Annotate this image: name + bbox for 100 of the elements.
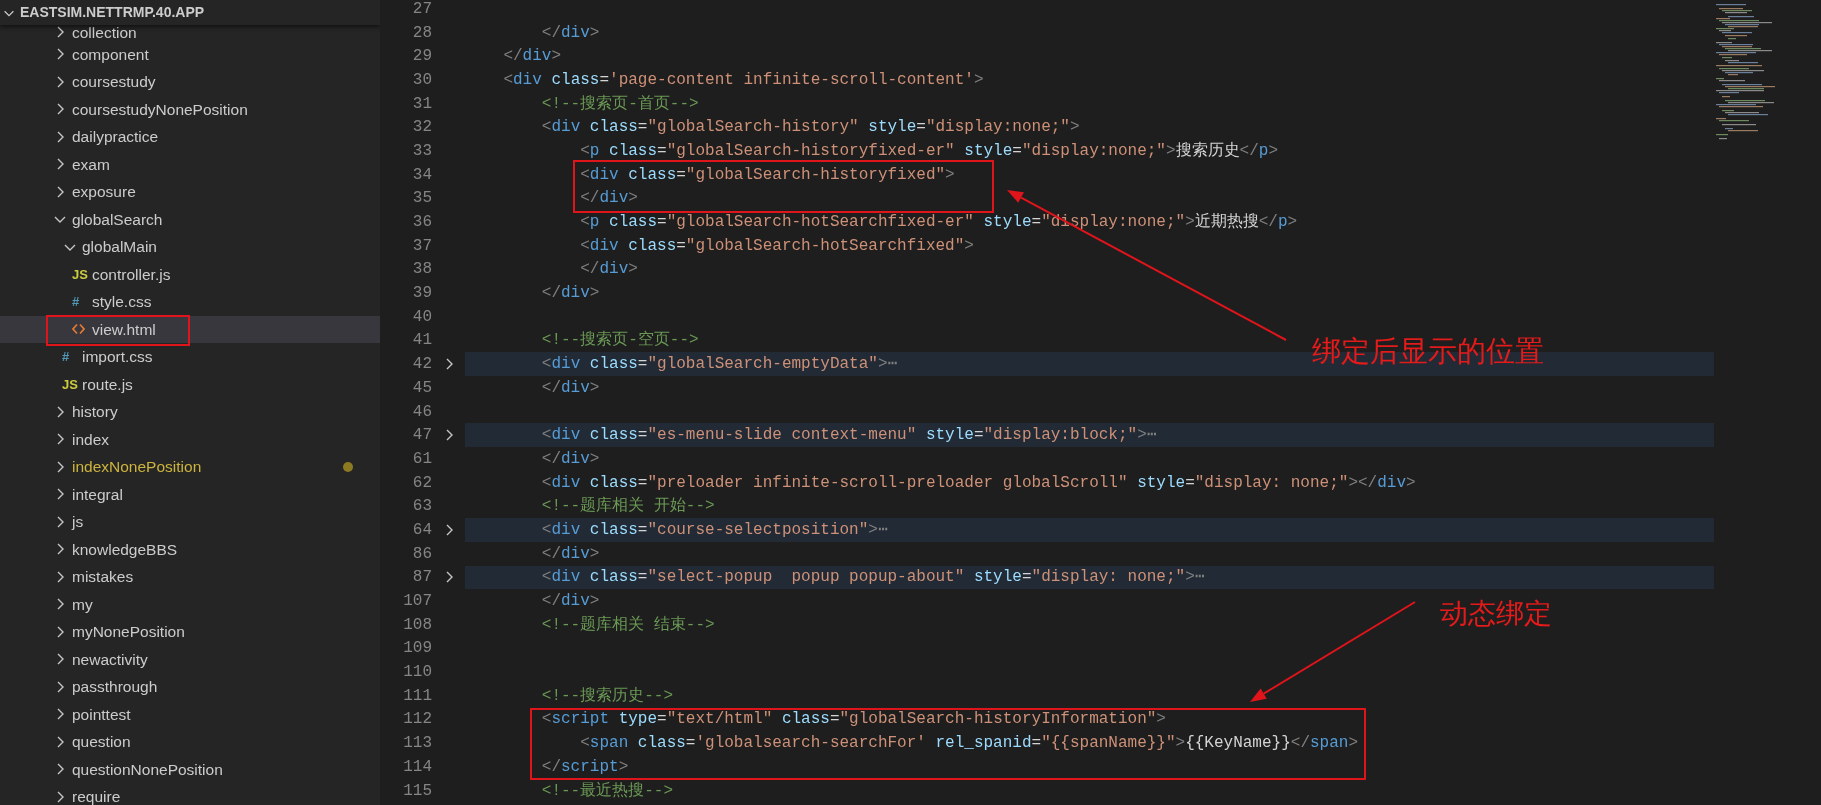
line-number: 115 (402, 780, 432, 802)
line-number: 109 (402, 638, 432, 660)
code-line: </div> (579, 259, 638, 281)
code-line: <span class='globalsearch-searchFor' rel_spanid="{{spanName}}">{{KeyName}}</span> (579, 733, 1358, 755)
item-label: mistakes (72, 567, 134, 588)
tree-item[interactable]: newactivity (0, 645, 380, 673)
code-line: </div> (540, 448, 600, 470)
code-line: <div class="select-popup popup popup-about" style="display: none;">⋯ (540, 567, 1205, 589)
code-line: <div class="course-selectposition">⋯ (540, 519, 888, 541)
item-label: globalSearch (72, 209, 163, 230)
line-number: 87 (411, 567, 432, 589)
tree-item[interactable]: mistakes (0, 563, 380, 591)
item-label: newactivity (72, 649, 148, 670)
item-label: coursestudyNonePosition (72, 99, 248, 120)
code-file-icon (72, 323, 85, 336)
line-number: 61 (411, 448, 432, 470)
line-number: 29 (411, 46, 432, 68)
tree-item[interactable]: JS controller.js (0, 260, 380, 288)
code-line: <div class='page-content infinite-scroll-content'> (502, 69, 984, 91)
line-number: 32 (411, 117, 432, 139)
tree-item[interactable]: myNonePosition (0, 618, 380, 646)
code-line: </div> (540, 283, 600, 305)
code-line: <div class="globalSearch-hotSearchfixed"> (579, 235, 974, 257)
tree-item[interactable]: coursestudyNonePosition (0, 95, 380, 123)
modified-dot (343, 461, 353, 472)
line-number: 34 (411, 164, 432, 186)
item-label: style.css (92, 292, 152, 313)
tree-item[interactable]: # import.css (0, 343, 380, 371)
line-number: 86 (411, 543, 432, 565)
code-line: <!--题库相关 开始--> (540, 495, 715, 518)
line-number: 38 (411, 259, 432, 281)
code-line: <!--搜索页-首页--> (540, 93, 699, 115)
tree-item[interactable]: passthrough (0, 673, 380, 701)
item-label: coursestudy (72, 72, 156, 93)
code-line: </div> (540, 543, 600, 565)
js-file-icon: JS (72, 267, 88, 281)
item-label: collection (72, 22, 137, 43)
code-line: <div class="globalSearch-historyfixed"> (579, 164, 955, 186)
code-line: </div> (502, 46, 562, 68)
item-label: question (72, 732, 131, 753)
tree-item[interactable]: dailypractice (0, 123, 380, 151)
line-number: 27 (411, 0, 432, 20)
code-line: </div> (540, 22, 600, 44)
item-label: my (72, 594, 93, 615)
tree-item[interactable]: collection (0, 24, 380, 41)
line-number: 114 (402, 756, 432, 778)
item-label: questionNonePosition (72, 759, 223, 780)
item-label: exposure (72, 182, 136, 203)
tree-item[interactable]: coursestudy (0, 68, 380, 96)
tree-item[interactable]: integral (0, 480, 380, 508)
item-label: integral (72, 484, 123, 505)
tree-item[interactable]: pointtest (0, 700, 380, 728)
tree-item[interactable]: history (0, 398, 380, 426)
item-label: js (72, 512, 84, 533)
tree-item[interactable]: component (0, 40, 380, 68)
tree-item[interactable]: indexNonePosition (0, 453, 380, 481)
code-line: <script type="text/html" class="globalSearch-historyInformation"> (540, 709, 1166, 731)
line-number: 39 (411, 283, 432, 305)
item-label: myNonePosition (72, 622, 185, 643)
line-number: 31 (411, 93, 432, 115)
item-label: dailypractice (72, 127, 159, 148)
tree-item[interactable]: exam (0, 150, 380, 178)
tree-item[interactable]: view.html (0, 315, 380, 343)
item-label: view.html (92, 319, 156, 340)
tree-item[interactable]: globalSearch (0, 205, 380, 233)
line-number: 46 (411, 401, 432, 423)
css-file-icon: # (62, 350, 70, 364)
code-line: <!--搜索页-空页--> (540, 329, 699, 352)
code-line: </div> (579, 188, 638, 210)
tree-item[interactable]: require (0, 783, 380, 805)
tree-item[interactable]: my (0, 590, 380, 618)
item-label: route.js (82, 374, 133, 395)
tree-item[interactable]: knowledgeBBS (0, 535, 380, 563)
line-number: 40 (411, 306, 432, 328)
line-number: 110 (402, 662, 432, 684)
code-line: <div class="globalSearch-emptyData">⋯ (540, 354, 898, 376)
tree-item[interactable]: question (0, 728, 380, 756)
css-file-icon: # (72, 295, 80, 309)
line-number: 112 (402, 709, 432, 731)
item-label: history (72, 402, 118, 423)
tree-item[interactable]: exposure (0, 178, 380, 206)
line-number: 107 (402, 591, 432, 613)
code-line: </div> (540, 591, 600, 613)
code-line: </script> (540, 756, 629, 778)
annotation-label: 绑定后显示的位置 (1312, 337, 1544, 366)
tree-item[interactable]: questionNonePosition (0, 755, 380, 783)
code-line: </div> (540, 377, 600, 399)
annotation-label: 动态绑定 (1440, 600, 1552, 628)
tree-item[interactable]: # style.css (0, 288, 380, 316)
tree-item[interactable]: index (0, 425, 380, 453)
line-number: 45 (411, 377, 432, 399)
item-label: component (72, 44, 149, 65)
item-label: index (72, 429, 110, 450)
item-label: controller.js (92, 264, 171, 285)
tree-item[interactable]: JS route.js (0, 370, 380, 398)
item-label: exam (72, 154, 110, 175)
line-number: 64 (411, 519, 432, 541)
tree-item[interactable]: globalMain (0, 233, 380, 261)
code-line: <div class="es-menu-slide context-menu" style="display:block;">⋯ (540, 425, 1157, 447)
tree-item[interactable]: js (0, 508, 380, 536)
